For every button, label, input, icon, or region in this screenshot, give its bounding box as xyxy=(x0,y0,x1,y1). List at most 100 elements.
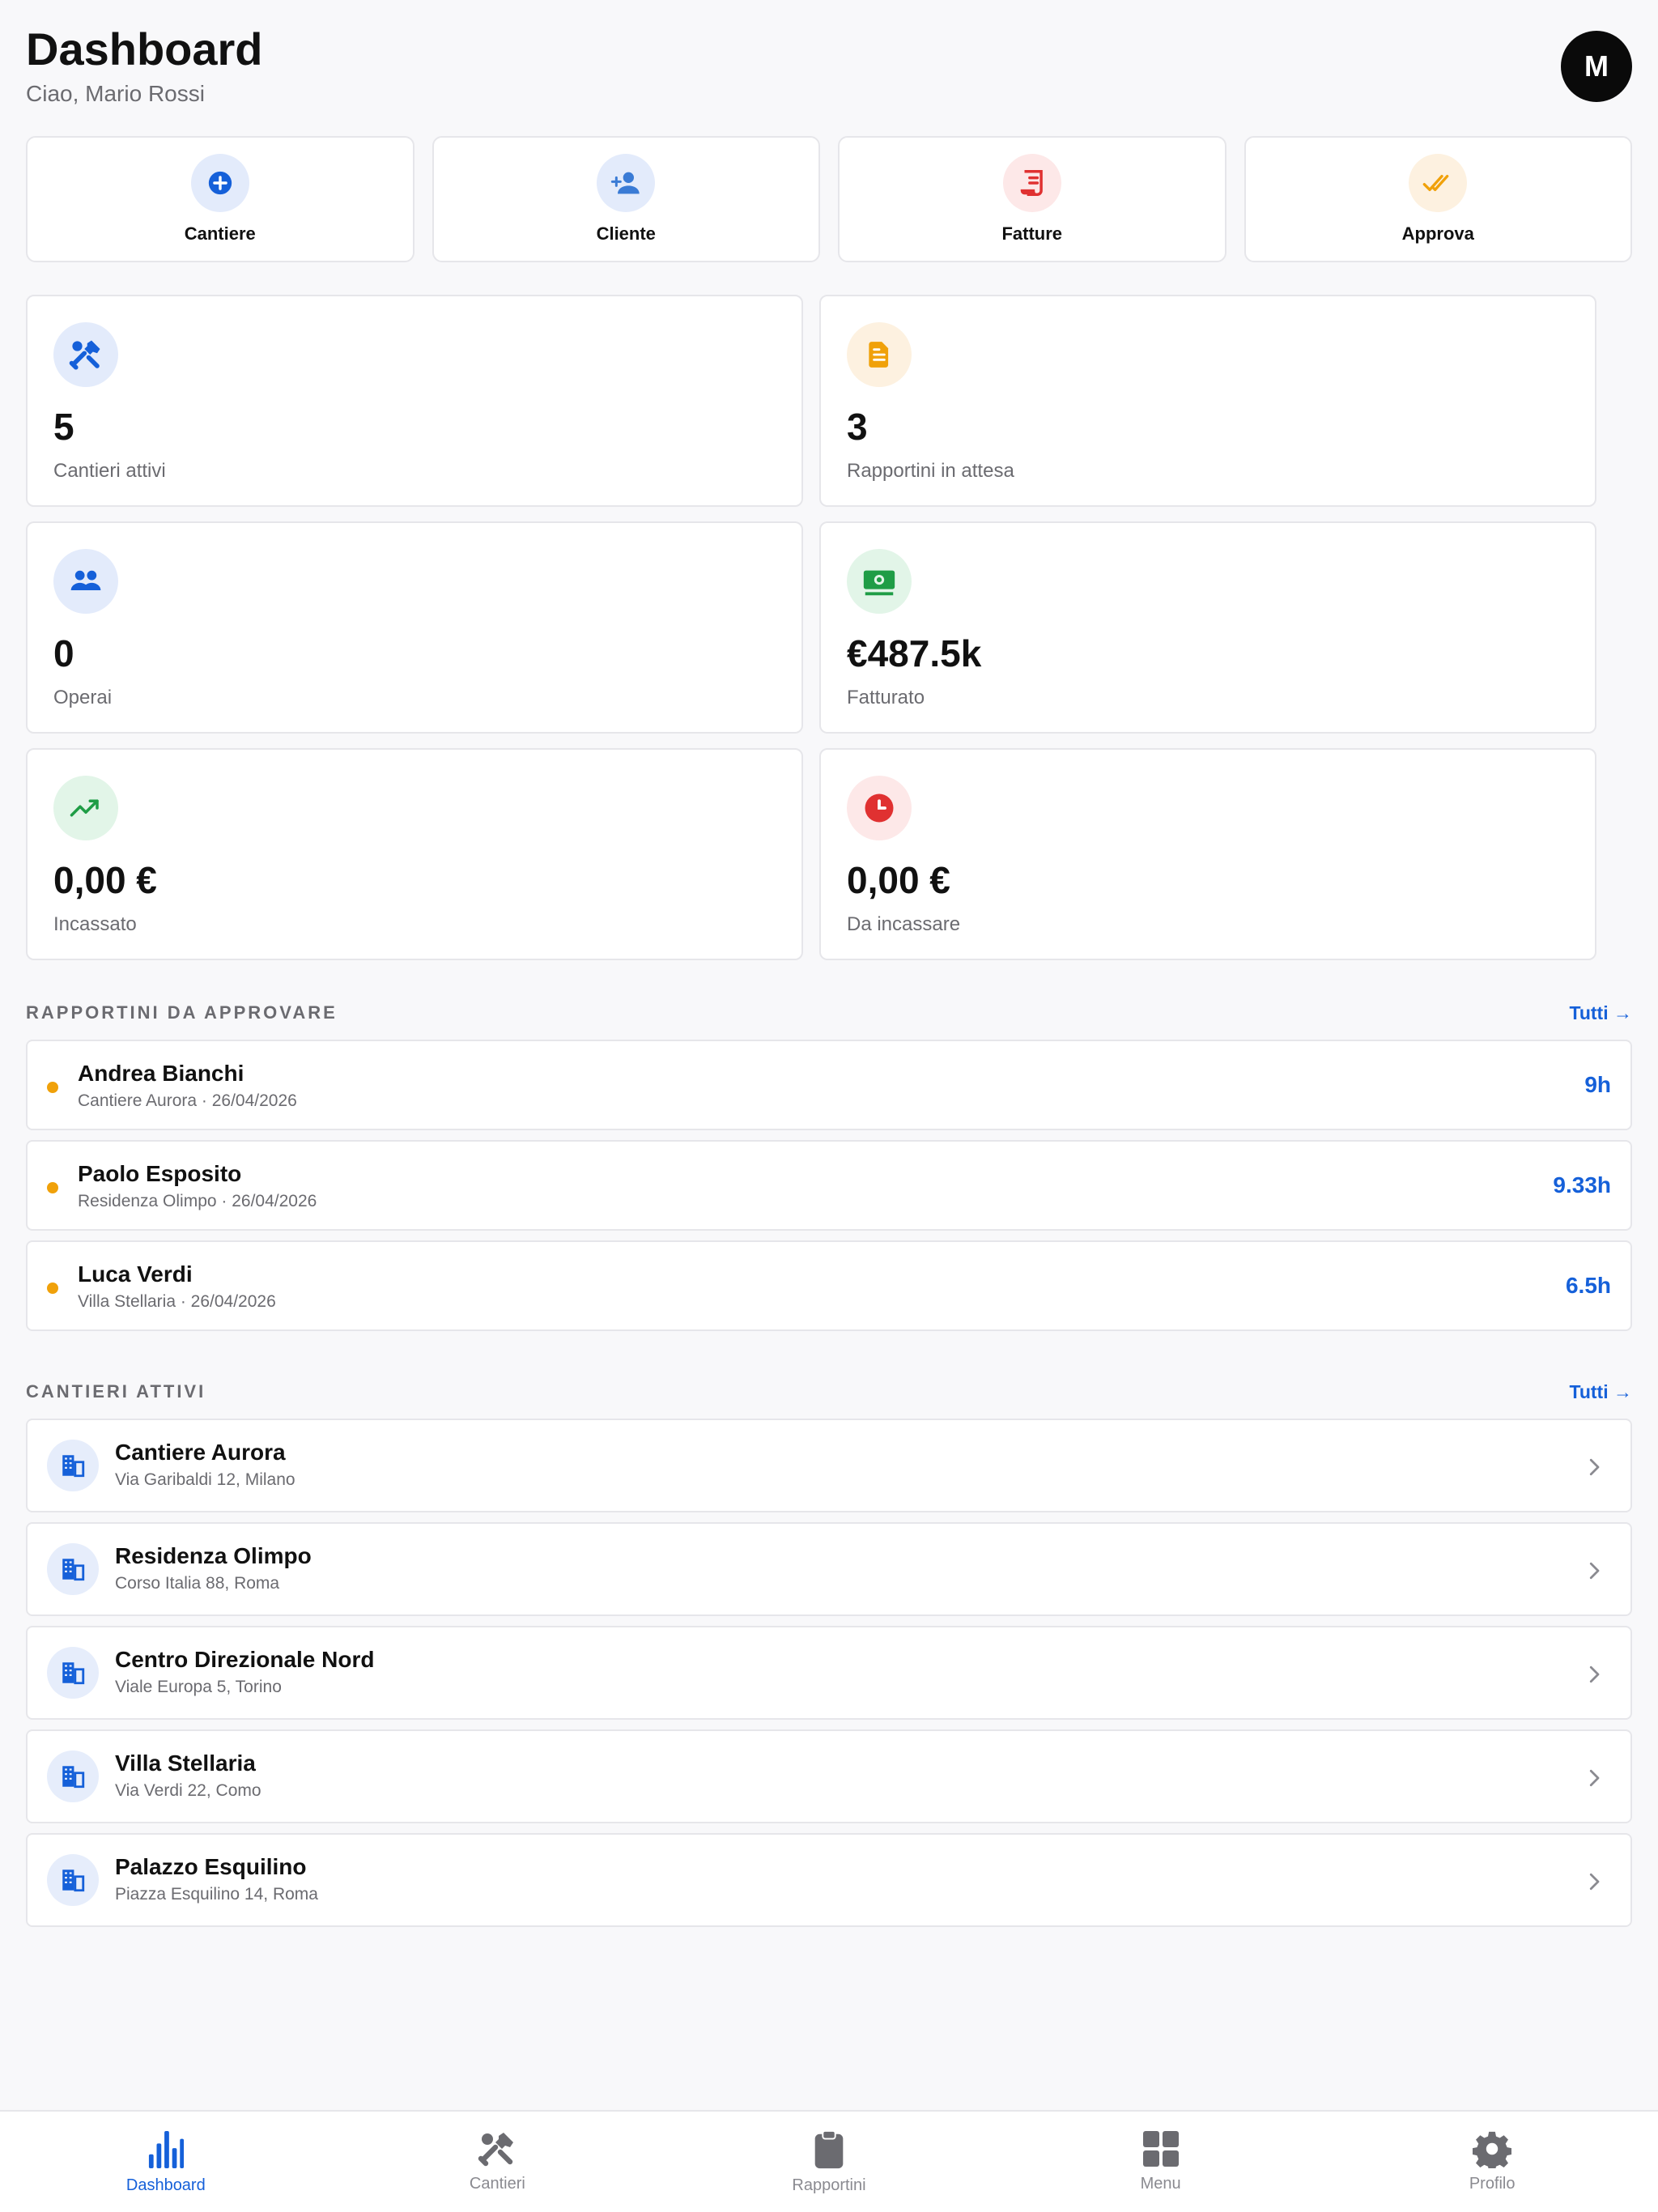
rapportino-row[interactable]: Andrea Bianchi Cantiere Aurora · 26/04/2… xyxy=(26,1040,1632,1130)
quick-action-label: Cliente xyxy=(596,223,656,244)
gear-icon xyxy=(1473,2131,1512,2168)
building-icon xyxy=(47,1750,99,1802)
cantiere-row[interactable]: Cantiere Aurora Via Garibaldi 12, Milano xyxy=(26,1419,1632,1512)
stat-card-incassato[interactable]: 0,00 € Incassato xyxy=(26,748,803,960)
cantieri-section-header: CANTIERI ATTIVI Tutti → xyxy=(26,1380,1632,1404)
hours-value: 9h xyxy=(1584,1072,1611,1097)
quick-action-fatture[interactable]: Fatture xyxy=(838,136,1226,262)
tab-menu[interactable]: Menu xyxy=(995,2112,1327,2212)
section-title: RAPPORTINI DA APPROVARE xyxy=(26,1002,338,1023)
clipboard-icon xyxy=(814,2129,844,2169)
chevron-right-icon xyxy=(1589,1769,1600,1787)
avatar[interactable]: M xyxy=(1561,31,1632,102)
stat-label: Cantieri attivi xyxy=(53,460,166,482)
people-icon xyxy=(53,549,118,614)
rapportino-details: Villa Stellaria · 26/04/2026 xyxy=(78,1292,276,1311)
cantiere-address: Corso Italia 88, Roma xyxy=(115,1574,280,1593)
rapportino-details: Cantiere Aurora · 26/04/2026 xyxy=(78,1091,297,1110)
cantiere-address: Via Verdi 22, Como xyxy=(115,1781,261,1800)
rapportino-row[interactable]: Luca Verdi Villa Stellaria · 26/04/2026 … xyxy=(26,1240,1632,1331)
stats-grid: 5 Cantieri attivi 3 Rapportini in attesa… xyxy=(26,295,1596,960)
stat-label: Incassato xyxy=(53,913,137,935)
stat-label: Operai xyxy=(53,687,113,708)
money-icon xyxy=(847,549,912,614)
page-header: Dashboard Ciao, Mario Rossi M xyxy=(26,24,1632,113)
chevron-right-icon xyxy=(1589,1873,1600,1891)
see-all-rapportini-link[interactable]: Tutti → xyxy=(1570,1002,1633,1024)
rapportini-list: Andrea Bianchi Cantiere Aurora · 26/04/2… xyxy=(26,1040,1632,1341)
stat-card-cantieri[interactable]: 5 Cantieri attivi xyxy=(26,295,803,507)
stat-value: 0,00 € xyxy=(53,859,157,901)
cantiere-name: Palazzo Esquilino xyxy=(115,1854,307,1879)
hours-value: 9.33h xyxy=(1553,1172,1611,1197)
cantiere-name: Cantiere Aurora xyxy=(115,1440,286,1465)
cantiere-name: Villa Stellaria xyxy=(115,1750,256,1776)
trend-up-icon xyxy=(53,776,118,840)
bottom-tab-bar: Dashboard Cantieri Rapportini Menu Profi… xyxy=(0,2110,1658,2212)
stat-value: 3 xyxy=(847,406,868,448)
quick-action-label: Cantiere xyxy=(184,223,256,244)
stat-card-rapportini[interactable]: 3 Rapportini in attesa xyxy=(819,295,1596,507)
stat-value: 0 xyxy=(53,632,74,674)
bar-chart-icon xyxy=(148,2131,184,2168)
chevron-right-icon xyxy=(1589,1562,1600,1580)
pending-dot xyxy=(47,1082,58,1093)
rapportino-row[interactable]: Paolo Esposito Residenza Olimpo · 26/04/… xyxy=(26,1140,1632,1231)
tab-dashboard[interactable]: Dashboard xyxy=(0,2112,332,2212)
worker-name: Luca Verdi xyxy=(78,1261,193,1287)
stat-card-operai[interactable]: 0 Operai xyxy=(26,521,803,734)
cantiere-row[interactable]: Villa Stellaria Via Verdi 22, Como xyxy=(26,1729,1632,1823)
building-icon xyxy=(47,1440,99,1491)
cantiere-name: Centro Direzionale Nord xyxy=(115,1647,375,1672)
grid-icon xyxy=(1142,2131,1179,2167)
quick-action-label: Approva xyxy=(1401,223,1474,244)
invoice-icon xyxy=(1002,154,1061,212)
quick-action-cantiere[interactable]: Cantiere xyxy=(26,136,414,262)
pending-dot xyxy=(47,1182,58,1193)
tools-icon xyxy=(478,2133,514,2167)
cantiere-row[interactable]: Palazzo Esquilino Piazza Esquilino 14, R… xyxy=(26,1833,1632,1927)
tab-label: Dashboard xyxy=(125,2176,206,2194)
building-icon xyxy=(47,1543,99,1595)
pending-dot xyxy=(47,1283,58,1294)
cantiere-row[interactable]: Centro Direzionale Nord Viale Europa 5, … xyxy=(26,1626,1632,1720)
quick-action-label: Fatture xyxy=(1001,223,1063,244)
stat-value: €487.5k xyxy=(847,632,982,674)
tab-profilo[interactable]: Profilo xyxy=(1326,2112,1658,2212)
chevron-right-icon xyxy=(1589,1458,1600,1476)
cantiere-address: Piazza Esquilino 14, Roma xyxy=(115,1885,318,1904)
quick-action-cliente[interactable]: Cliente xyxy=(432,136,820,262)
stat-label: Rapportini in attesa xyxy=(847,460,1014,482)
double-check-icon xyxy=(1409,154,1468,212)
section-title: CANTIERI ATTIVI xyxy=(26,1381,206,1402)
tab-label: Menu xyxy=(1140,2175,1181,2193)
tab-label: Cantieri xyxy=(469,2175,525,2193)
rapportini-section-header: RAPPORTINI DA APPROVARE Tutti → xyxy=(26,1001,1632,1025)
cantieri-list: Cantiere Aurora Via Garibaldi 12, Milano… xyxy=(26,1419,1632,1937)
cantiere-address: Viale Europa 5, Torino xyxy=(115,1678,282,1696)
tab-rapportini[interactable]: Rapportini xyxy=(663,2112,995,2212)
clock-icon xyxy=(847,776,912,840)
stat-value: 0,00 € xyxy=(847,859,950,901)
stat-card-fatturato[interactable]: €487.5k Fatturato xyxy=(819,521,1596,734)
stat-card-da-incassare[interactable]: 0,00 € Da incassare xyxy=(819,748,1596,960)
cantiere-name: Residenza Olimpo xyxy=(115,1543,312,1568)
hours-value: 6.5h xyxy=(1565,1273,1611,1298)
worker-name: Paolo Esposito xyxy=(78,1161,242,1186)
add-user-icon xyxy=(597,154,656,212)
see-all-cantieri-link[interactable]: Tutti → xyxy=(1570,1381,1633,1403)
greeting: Ciao, Mario Rossi xyxy=(26,80,205,106)
document-icon xyxy=(847,322,912,387)
page-title: Dashboard xyxy=(26,23,263,74)
building-icon xyxy=(47,1647,99,1699)
chevron-right-icon xyxy=(1589,1665,1600,1683)
stat-value: 5 xyxy=(53,406,74,448)
tab-cantieri[interactable]: Cantieri xyxy=(332,2112,664,2212)
cantiere-row[interactable]: Residenza Olimpo Corso Italia 88, Roma xyxy=(26,1522,1632,1616)
tab-label: Profilo xyxy=(1469,2175,1516,2193)
tools-icon xyxy=(53,322,118,387)
quick-action-approva[interactable]: Approva xyxy=(1244,136,1632,262)
building-icon xyxy=(47,1854,99,1906)
rapportino-details: Residenza Olimpo · 26/04/2026 xyxy=(78,1192,317,1210)
quick-actions: Cantiere Cliente Fatture Approva xyxy=(26,136,1632,262)
